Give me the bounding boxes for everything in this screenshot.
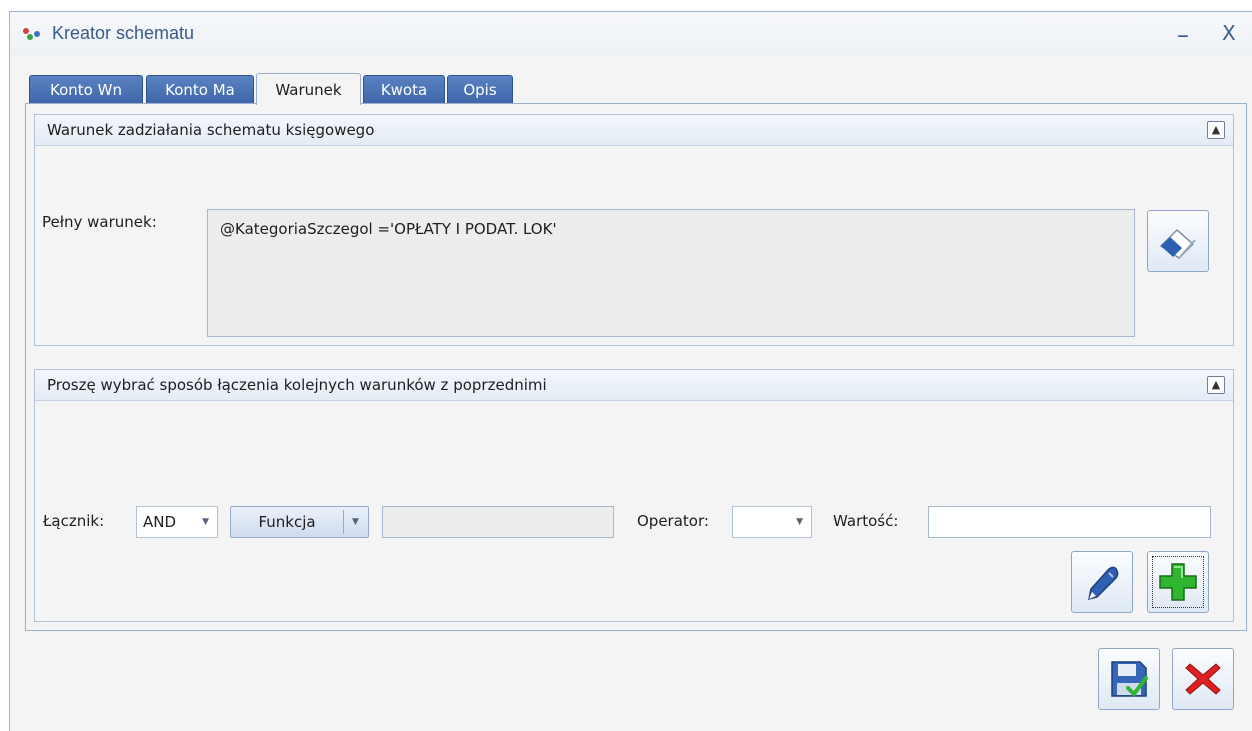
split-divider [343, 510, 344, 534]
collapse-chevron-icon[interactable]: ▲ [1207, 376, 1225, 394]
chevron-down-icon: ▼ [796, 517, 803, 527]
group-condition-title: Warunek zadziałania schematu księgowego [47, 121, 375, 139]
tab-label: Konto Ma [165, 81, 235, 99]
tab-konto-wn[interactable]: Konto Wn [29, 75, 143, 104]
kreator-schematu-window: Kreator schematu – X Konto Wn Konto Ma W… [9, 11, 1252, 731]
save-button[interactable] [1098, 648, 1160, 710]
tab-label: Warunek [275, 80, 342, 99]
edit-pen-icon [1088, 566, 1119, 601]
group-condition: Warunek zadziałania schematu księgowego … [34, 114, 1234, 346]
title-bar: Kreator schematu – X [10, 12, 1252, 56]
minimize-button[interactable]: – [1177, 21, 1189, 49]
app-icon [23, 28, 40, 40]
eraser-icon [1159, 228, 1196, 259]
chevron-down-icon: ▼ [202, 517, 209, 527]
cancel-x-icon [1185, 663, 1221, 695]
connector-select[interactable]: AND ▼ [136, 506, 218, 538]
tab-kwota[interactable]: Kwota [363, 75, 445, 104]
tab-page-warunek: Warunek zadziałania schematu księgowego … [25, 103, 1247, 631]
operator-label: Operator: [637, 512, 709, 530]
operator-select[interactable]: ▼ [732, 506, 812, 538]
chevron-down-icon: ▼ [352, 517, 359, 527]
save-icon [1111, 661, 1148, 698]
window-title: Kreator schematu [52, 23, 195, 43]
close-window-button[interactable]: X [1222, 21, 1236, 45]
connector-label: Łącznik: [43, 512, 105, 530]
function-field [382, 506, 614, 538]
edit-condition-button[interactable] [1071, 551, 1133, 613]
add-plus-icon [1159, 563, 1197, 601]
tab-label: Konto Wn [50, 81, 122, 99]
collapse-chevron-icon[interactable]: ▲ [1207, 121, 1225, 139]
group-connector: Proszę wybrać sposób łączenia kolejnych … [34, 369, 1234, 622]
value-label: Wartość: [833, 512, 899, 530]
tab-konto-ma[interactable]: Konto Ma [146, 75, 254, 104]
group-condition-header: Warunek zadziałania schematu księgowego … [35, 115, 1233, 146]
group-connector-header: Proszę wybrać sposób łączenia kolejnych … [35, 370, 1233, 401]
clear-condition-button[interactable] [1147, 210, 1209, 272]
full-condition-field[interactable]: @KategoriaSzczegol ='OPŁATY I PODAT. LOK… [207, 209, 1135, 337]
cancel-button[interactable] [1172, 648, 1234, 710]
tab-label: Kwota [380, 81, 428, 99]
value-input[interactable] [928, 506, 1211, 538]
tab-label: Opis [463, 81, 497, 99]
tab-warunek[interactable]: Warunek [256, 73, 361, 105]
function-label: Funkcja [258, 513, 316, 531]
tab-opis[interactable]: Opis [447, 75, 513, 104]
add-condition-button[interactable] [1147, 551, 1209, 613]
full-condition-label: Pełny warunek: [42, 213, 157, 231]
group-connector-title: Proszę wybrać sposób łączenia kolejnych … [47, 376, 547, 394]
connector-value: AND [143, 513, 177, 531]
function-dropdown-button[interactable]: Funkcja ▼ [230, 506, 369, 538]
